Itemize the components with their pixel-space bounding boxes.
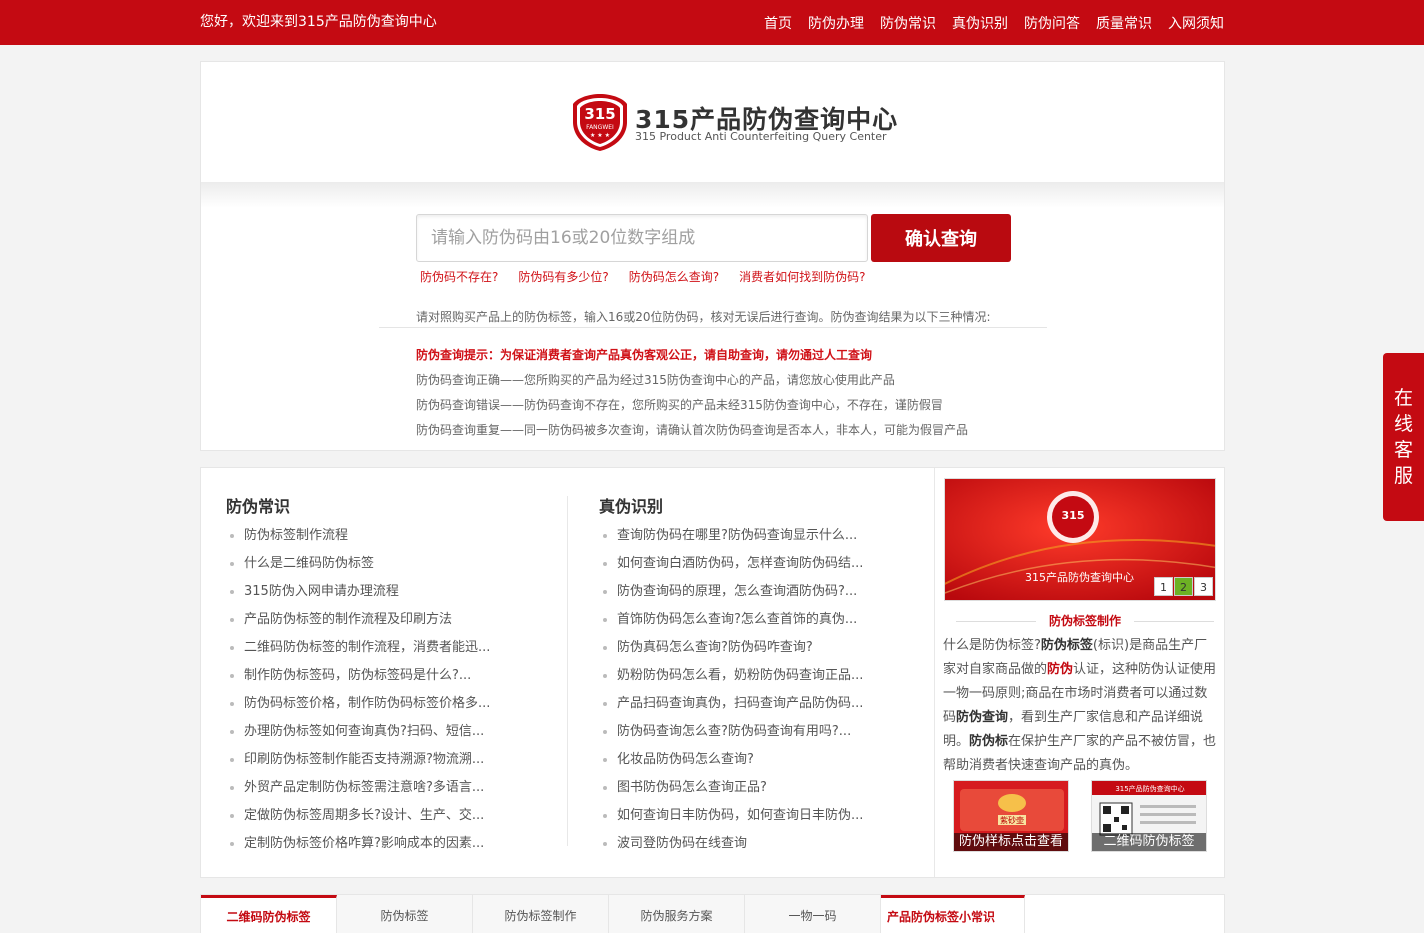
tab-label-tips[interactable]: 产品防伪标签小常识 bbox=[881, 895, 1025, 933]
slide-dot-1[interactable]: 1 bbox=[1154, 577, 1173, 596]
list-item[interactable]: 定做防伪标签周期多长?设计、生产、交... bbox=[226, 806, 490, 834]
svg-text:★ ★ ★: ★ ★ ★ bbox=[590, 132, 610, 139]
list-item[interactable]: 产品防伪标签的制作流程及印刷方法 bbox=[226, 610, 490, 638]
tab-one-item-one-code[interactable]: 一物一码 bbox=[745, 895, 881, 933]
content-panel: 防伪常识 防伪标签制作流程 什么是二维码防伪标签 315防伪入网申请办理流程 产… bbox=[200, 467, 1225, 878]
nav-faq[interactable]: 防伪问答 bbox=[1024, 13, 1080, 33]
list-item[interactable]: 防伪查询码的原理，怎么查询酒防伪码?... bbox=[599, 582, 863, 610]
list-item[interactable]: 制作防伪标签码，防伪标签码是什么?... bbox=[226, 666, 490, 694]
slide-dot-3[interactable]: 3 bbox=[1194, 577, 1213, 596]
tip-correct: 防伪码查询正确——您所购买的产品为经过315防伪查询中心的产品，请您放心使用此产… bbox=[416, 373, 895, 387]
qr-label-caption: 二维码防伪标签 bbox=[1092, 833, 1206, 851]
list-item[interactable]: 外贸产品定制防伪标签需注意啥?多语言... bbox=[226, 778, 490, 806]
quick-link-not-exist[interactable]: 防伪码不存在? bbox=[420, 268, 498, 285]
list-item[interactable]: 产品扫码查询真伪，扫码查询产品防伪码... bbox=[599, 694, 863, 722]
svg-text:315产品防伪查询中心: 315产品防伪查询中心 bbox=[1115, 784, 1184, 793]
list-item[interactable]: 防伪真码怎么查询?防伪码咋查询? bbox=[599, 638, 863, 666]
sidebar-title[interactable]: 防伪标签制作 bbox=[954, 612, 1216, 629]
nav-knowledge[interactable]: 防伪常识 bbox=[880, 13, 936, 33]
list-item[interactable]: 防伪标签制作流程 bbox=[226, 526, 490, 554]
code-search-input[interactable] bbox=[416, 214, 868, 262]
online-service-button[interactable]: 在 线 客 服 bbox=[1383, 353, 1424, 521]
header-panel: 315 FANGWEI ★ ★ ★ 315产品防伪查询中心 315 Produc… bbox=[200, 61, 1225, 451]
list-item[interactable]: 首饰防伪码怎么查询?怎么查首饰的真伪... bbox=[599, 610, 863, 638]
list-item[interactable]: 如何查询日丰防伪码，如何查询日丰防伪... bbox=[599, 806, 863, 834]
slide-pager: 1 2 3 bbox=[1153, 577, 1213, 596]
query-intro: 请对照购买产品上的防伪标签，输入16或20位防伪码，核对无误后进行查询。防伪查询… bbox=[416, 310, 991, 324]
tip-duplicate: 防伪码查询重复——同一防伪码被多次查询，请确认首次防伪码查询是否本人，非本人，可… bbox=[416, 423, 969, 437]
list-item[interactable]: 二维码防伪标签的制作流程，消费者能迅... bbox=[226, 638, 490, 666]
identify-list: 查询防伪码在哪里?防伪码查询显示什么... 如何查询白酒防伪码，怎样查询防伪码结… bbox=[599, 526, 863, 862]
sidebar-divider bbox=[934, 468, 935, 877]
list-item[interactable]: 如何查询白酒防伪码，怎样查询防伪码结... bbox=[599, 554, 863, 582]
list-item[interactable]: 图书防伪码怎么查询正品? bbox=[599, 778, 863, 806]
quick-link-how-query[interactable]: 防伪码怎么查询? bbox=[629, 268, 719, 285]
shield-logo-icon: 315 FANGWEI ★ ★ ★ bbox=[573, 94, 627, 151]
list-item[interactable]: 315防伪入网申请办理流程 bbox=[226, 582, 490, 610]
svg-text:315: 315 bbox=[584, 105, 615, 123]
list-item[interactable]: 办理防伪标签如何查询真伪?扫码、短信... bbox=[226, 722, 490, 750]
list-item[interactable]: 查询防伪码在哪里?防伪码查询显示什么... bbox=[599, 526, 863, 554]
sidebar-title-wrap: 防伪标签制作 bbox=[954, 612, 1216, 630]
knowledge-title[interactable]: 防伪常识 bbox=[226, 493, 290, 517]
top-nav: 首页 防伪办理 防伪常识 真伪识别 防伪问答 质量常识 入网须知 bbox=[748, 0, 1224, 45]
qr-label-thumb[interactable]: 315产品防伪查询中心 二维码防伪标签 bbox=[1091, 780, 1207, 852]
list-item[interactable]: 定制防伪标签价格咋算?影响成本的因素... bbox=[226, 834, 490, 862]
tip-warning: 防伪查询提示：为保证消费者查询产品真伪客观公正，请自助查询，请勿通过人工查询 bbox=[416, 348, 873, 362]
list-item[interactable]: 印刷防伪标签制作能否支持溯源?物流溯... bbox=[226, 750, 490, 778]
tip-wrong: 防伪码查询错误——防伪码查询不存在，您所购买的产品未经315防伪查询中心，不存在… bbox=[416, 398, 943, 412]
tab-label[interactable]: 防伪标签 bbox=[337, 895, 473, 933]
quick-link-find-code[interactable]: 消费者如何找到防伪码? bbox=[739, 268, 865, 285]
list-item[interactable]: 化妆品防伪码怎么查询? bbox=[599, 750, 863, 778]
search-band bbox=[201, 182, 1224, 208]
nav-identify[interactable]: 真伪识别 bbox=[952, 13, 1008, 33]
top-bar: 您好，欢迎来到315产品防伪查询中心 首页 防伪办理 防伪常识 真伪识别 防伪问… bbox=[0, 0, 1424, 45]
site-logo[interactable]: 315 FANGWEI ★ ★ ★ 315产品防伪查询中心 315 Produc… bbox=[571, 92, 901, 154]
tab-label-making[interactable]: 防伪标签制作 bbox=[473, 895, 609, 933]
slide-dot-2[interactable]: 2 bbox=[1174, 577, 1193, 596]
nav-apply[interactable]: 防伪办理 bbox=[808, 13, 864, 33]
svg-text:FANGWEI: FANGWEI bbox=[586, 124, 614, 131]
confirm-query-button[interactable]: 确认查询 bbox=[871, 214, 1011, 262]
nav-quality[interactable]: 质量常识 bbox=[1096, 13, 1152, 33]
welcome-text: 您好，欢迎来到315产品防伪查询中心 bbox=[200, 14, 437, 30]
sample-label-thumb[interactable]: 紫砂壶 防伪样标点击查看 bbox=[953, 780, 1069, 852]
tab-qr-label[interactable]: 二维码防伪标签 bbox=[201, 895, 337, 933]
identify-title[interactable]: 真伪识别 bbox=[599, 493, 663, 517]
query-tips: 防伪查询提示：为保证消费者查询产品真伪客观公正，请自助查询，请勿通过人工查询 防… bbox=[416, 347, 968, 447]
list-item[interactable]: 防伪码查询怎么查?防伪码查询有用吗?... bbox=[599, 722, 863, 750]
bottom-tabs: 二维码防伪标签 防伪标签 防伪标签制作 防伪服务方案 一物一码 产品防伪标签小常… bbox=[200, 894, 1225, 933]
column-divider bbox=[567, 496, 568, 846]
list-item[interactable]: 波司登防伪码在线查询 bbox=[599, 834, 863, 862]
knowledge-list: 防伪标签制作流程 什么是二维码防伪标签 315防伪入网申请办理流程 产品防伪标签… bbox=[226, 526, 490, 862]
list-item[interactable]: 奶粉防伪码怎么看，奶粉防伪码查询正品... bbox=[599, 666, 863, 694]
svg-text:紫砂壶: 紫砂壶 bbox=[1000, 815, 1024, 825]
promo-banner[interactable]: 315 315产品防伪查询中心 1 2 3 bbox=[944, 478, 1216, 601]
nav-home[interactable]: 首页 bbox=[764, 13, 792, 33]
tab-service-plan[interactable]: 防伪服务方案 bbox=[609, 895, 745, 933]
divider bbox=[379, 327, 1047, 328]
list-item[interactable]: 什么是二维码防伪标签 bbox=[226, 554, 490, 582]
site-subtitle: 315 Product Anti Counterfeiting Query Ce… bbox=[635, 130, 887, 143]
quick-links: 防伪码不存在? 防伪码有多少位? 防伪码怎么查询? 消费者如何找到防伪码? bbox=[420, 268, 886, 285]
quick-link-digits[interactable]: 防伪码有多少位? bbox=[518, 268, 608, 285]
list-item[interactable]: 防伪码标签价格，制作防伪码标签价格多... bbox=[226, 694, 490, 722]
svg-text:315: 315 bbox=[1062, 509, 1085, 522]
sample-label-caption: 防伪样标点击查看 bbox=[954, 833, 1068, 851]
banner-caption: 315产品防伪查询中心 bbox=[1025, 571, 1134, 584]
sidebar-description: 什么是防伪标签?防伪标签(标识)是商品生产厂家对自家商品做的防伪认证，这种防伪认… bbox=[943, 638, 1217, 773]
nav-join[interactable]: 入网须知 bbox=[1168, 13, 1224, 33]
